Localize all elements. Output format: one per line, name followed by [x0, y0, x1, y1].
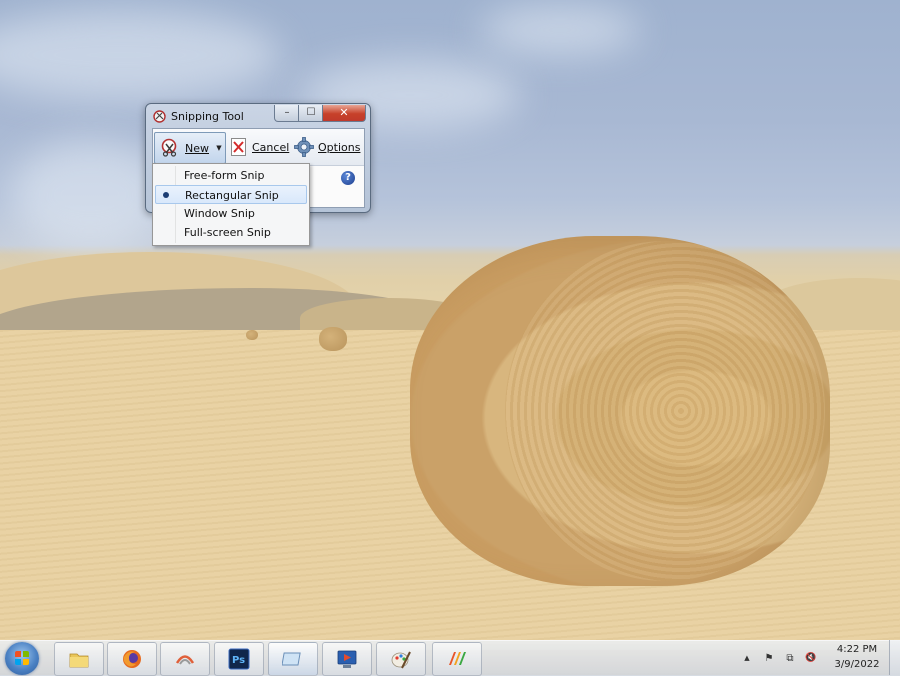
taskbar-app-office[interactable]: [432, 642, 482, 676]
taskbar-app-snipping-tool[interactable]: [268, 642, 318, 676]
new-snip-button[interactable]: New: [154, 132, 214, 164]
media-player-icon: [337, 650, 357, 668]
options-button[interactable]: Options: [294, 132, 360, 162]
menu-item-label: Full-screen Snip: [184, 226, 271, 239]
firefox-icon: [123, 650, 141, 668]
desktop-wallpaper: [0, 0, 900, 675]
menu-item-rectangular-snip[interactable]: Rectangular Snip: [155, 185, 307, 204]
show-hidden-icons-button[interactable]: ▲: [740, 652, 754, 665]
menu-item-window-snip[interactable]: Window Snip: [155, 204, 307, 223]
menu-item-label: Rectangular Snip: [185, 189, 279, 202]
distant-hay-bale: [319, 327, 347, 351]
hay-bale: [410, 236, 830, 586]
new-snip-dropdown-button[interactable]: ▼: [213, 132, 226, 164]
show-desktop-button[interactable]: [889, 640, 900, 675]
snipping-tool-icon: [282, 652, 301, 666]
menu-item-label: Window Snip: [184, 207, 255, 220]
volume-muted-icon[interactable]: 🔇: [804, 652, 818, 665]
photoshop-icon: Ps: [228, 648, 250, 670]
cancel-button[interactable]: Cancel: [230, 132, 290, 162]
cancel-label: Cancel: [252, 141, 290, 154]
taskbar-app-firefox[interactable]: [107, 642, 157, 676]
paint-icon: [391, 651, 411, 669]
clock-time[interactable]: 4:22 PM: [827, 644, 887, 655]
close-button[interactable]: ✕: [322, 105, 366, 122]
taskbar-app-media-player[interactable]: [322, 642, 372, 676]
new-snip-icon: [161, 138, 177, 157]
clock-date[interactable]: 3/9/2022: [827, 659, 887, 670]
recorder-icon: [175, 655, 195, 665]
minimize-button[interactable]: –: [274, 105, 300, 122]
help-icon[interactable]: ?: [341, 171, 355, 185]
toolbar: New ▼ Cancel Options: [153, 129, 364, 166]
cloud: [480, 5, 640, 55]
menu-item-label: Free-form Snip: [184, 169, 265, 182]
taskbar-app-recorder[interactable]: [160, 642, 210, 676]
maximize-button[interactable]: ☐: [298, 105, 324, 122]
new-snip-label: New: [185, 142, 209, 155]
start-button[interactable]: [5, 642, 39, 675]
taskbar-app-paint[interactable]: [376, 642, 426, 676]
snipping-tool-icon: [153, 110, 166, 123]
taskbar-app-photoshop[interactable]: Ps: [214, 642, 264, 676]
radio-dot-icon: [163, 192, 169, 198]
snip-mode-menu: Free-form Snip Rectangular Snip Window S…: [152, 163, 310, 246]
gear-icon: [294, 137, 314, 157]
window-title: Snipping Tool: [171, 110, 244, 123]
cloud: [0, 10, 280, 100]
svg-text:Ps: Ps: [232, 655, 245, 666]
folder-icon: [69, 653, 89, 668]
distant-hay-bale: [246, 330, 258, 340]
cancel-icon: [231, 138, 246, 156]
taskbar: Ps ▲ ⚑ ⧉ 🔇: [0, 640, 900, 676]
menu-item-free-form-snip[interactable]: Free-form Snip: [155, 166, 307, 185]
options-label: Options: [318, 141, 361, 154]
title-bar[interactable]: Snipping Tool – ☐ ✕: [146, 104, 370, 128]
action-center-flag-icon[interactable]: ⚑: [762, 652, 776, 665]
menu-item-full-screen-snip[interactable]: Full-screen Snip: [155, 223, 307, 242]
taskbar-app-file-explorer[interactable]: [54, 642, 104, 676]
network-icon[interactable]: ⧉: [783, 652, 797, 665]
office-icon: [449, 652, 466, 665]
